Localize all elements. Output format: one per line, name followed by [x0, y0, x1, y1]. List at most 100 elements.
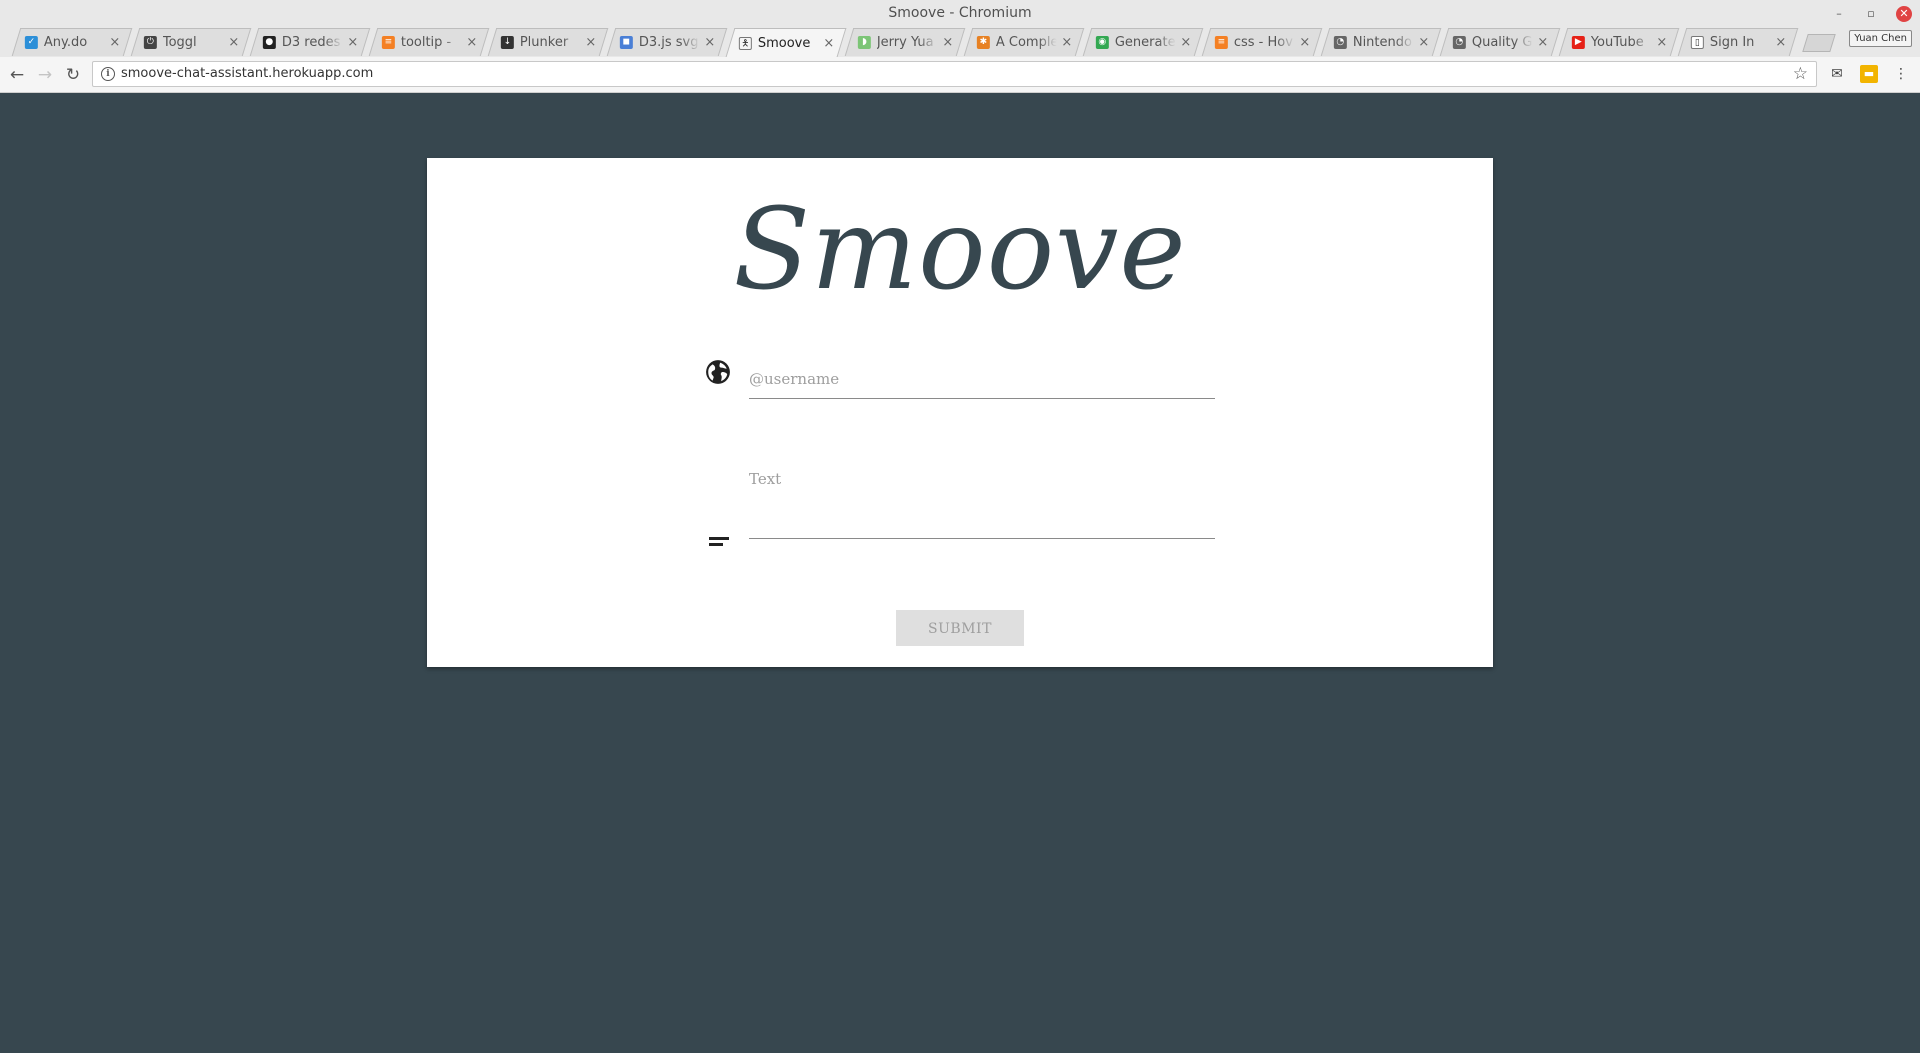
tab-content: ✱ A Comple × [976, 29, 1073, 56]
menu-dots-icon[interactable]: ⋮ [1892, 65, 1910, 83]
tab-a-comple[interactable]: ✱ A Comple × [963, 28, 1085, 56]
page-viewport: Smoove SUBMIT [0, 93, 1920, 1053]
smoove-figure-icon: 🯅 [738, 36, 752, 50]
tab-youtube[interactable]: ▶ YouTube × [1558, 28, 1680, 56]
back-button[interactable]: ← [6, 64, 28, 86]
tab-close-icon[interactable]: × [704, 35, 716, 50]
title-bar: Smoove - Chromium – ▫ ✕ ✓ Any.do × ⏻ Toggl × ●… [0, 0, 1920, 58]
restore-button[interactable]: ▫ [1861, 4, 1881, 24]
tab-close-icon[interactable]: × [1180, 35, 1192, 50]
tab-content: ▯ Sign In × [1690, 29, 1787, 56]
android-icon: ◗ [857, 36, 871, 49]
tab-close-icon[interactable]: × [823, 36, 835, 51]
new-tab-button[interactable] [1802, 34, 1836, 52]
close-window-button[interactable]: ✕ [1896, 6, 1912, 22]
username-field-wrapper [749, 358, 1215, 399]
tab-jerry-yua[interactable]: ◗ Jerry Yua × [844, 28, 966, 56]
info-icon[interactable]: i [101, 67, 115, 81]
tab-content: ◗ Jerry Yua × [857, 29, 954, 56]
tab-sign-in[interactable]: ▯ Sign In × [1677, 28, 1799, 56]
address-bar[interactable]: i smoove-chat-assistant.herokuapp.com ☆ [92, 61, 1817, 87]
github-icon: ● [262, 36, 276, 49]
tab-quality-g[interactable]: ◔ Quality G × [1439, 28, 1561, 56]
username-input[interactable] [749, 370, 1215, 388]
tab-close-icon[interactable]: × [347, 35, 359, 50]
tab-plunker[interactable]: ↓ Plunker × [487, 28, 609, 56]
colorful-circle-icon: ◉ [1095, 36, 1109, 49]
tab-title: Jerry Yua [876, 35, 934, 50]
tab-close-icon[interactable]: × [228, 35, 240, 50]
tab-content: 🯅 Smoove × [738, 29, 835, 57]
tab-any-do[interactable]: ✓ Any.do × [11, 28, 133, 56]
text-field-wrapper [749, 458, 1215, 539]
tab-close-icon[interactable]: × [1775, 35, 1787, 50]
tab-title: css - Hov [1233, 35, 1293, 50]
tab-smoove[interactable]: 🯅 Smoove × [725, 28, 847, 57]
browser-toolbar: ← → ↻ i smoove-chat-assistant.herokuapp.… [0, 57, 1920, 93]
tab-toggl[interactable]: ⏻ Toggl × [130, 28, 252, 56]
profile-button[interactable]: Yuan Chen [1849, 30, 1912, 47]
tab-title: D3.js svg [638, 35, 699, 50]
smoove-logo: Smoove [733, 185, 1187, 315]
tab-d3-js-svg[interactable]: ◼ D3.js svg × [606, 28, 728, 56]
youtube-icon: ▶ [1571, 36, 1585, 49]
tab-title: Nintendo [1352, 35, 1412, 50]
tab-close-icon[interactable]: × [109, 35, 121, 50]
browser-window: Smoove - Chromium – ▫ ✕ ✓ Any.do × ⏻ Toggl × ●… [0, 0, 1920, 1053]
tab-title: Sign In [1709, 35, 1755, 50]
tab-content: ◼ D3.js svg × [619, 29, 716, 56]
plunker-icon: ↓ [500, 36, 514, 49]
tab-close-icon[interactable]: × [585, 35, 597, 50]
tab-generate[interactable]: ◉ Generate × [1082, 28, 1204, 56]
asterisk-icon: ✱ [976, 36, 990, 49]
tab-content: ≡ tooltip - × [381, 29, 478, 56]
tab-content: ✓ Any.do × [24, 29, 121, 56]
url-text[interactable]: smoove-chat-assistant.herokuapp.com [121, 66, 373, 81]
tab-title: D3 redes [281, 35, 341, 50]
tab-nintendo[interactable]: ◔ Nintendo × [1320, 28, 1442, 56]
tab-close-icon[interactable]: × [1537, 35, 1549, 50]
tab-strip: ✓ Any.do × ⏻ Toggl × ● D3 redes × ≡ tooltip - × ↓ Plu… [6, 28, 1836, 57]
tab-content: ◔ Quality G × [1452, 29, 1549, 56]
tab-title: Smoove [757, 35, 811, 51]
tab-title: Quality G [1471, 35, 1533, 50]
reddit-icon: ◔ [1452, 36, 1466, 49]
tab-title: Any.do [43, 35, 88, 50]
window-title: Smoove - Chromium [888, 5, 1032, 21]
toggl-power-icon: ⏻ [143, 36, 157, 49]
tab-d3-redes[interactable]: ● D3 redes × [249, 28, 371, 56]
tab-content: ⏻ Toggl × [143, 29, 240, 56]
tab-close-icon[interactable]: × [1299, 35, 1311, 50]
page-icon: ▯ [1690, 36, 1704, 49]
tab-tooltip[interactable]: ≡ tooltip - × [368, 28, 490, 56]
tab-content: ↓ Plunker × [500, 29, 597, 56]
tab-title: tooltip - [400, 35, 452, 50]
tab-title: Generate [1114, 35, 1176, 50]
tab-close-icon[interactable]: × [942, 35, 954, 50]
tab-title: Toggl [162, 35, 197, 50]
forward-button[interactable]: → [34, 64, 56, 86]
tab-content: ● D3 redes × [262, 29, 359, 56]
message-text-input[interactable] [749, 470, 1215, 530]
form-card: Smoove SUBMIT [427, 158, 1493, 667]
reddit-icon: ◔ [1333, 36, 1347, 49]
bookmark-star-icon[interactable]: ☆ [1793, 64, 1808, 84]
tab-content: ≡ css - Hov × [1214, 29, 1311, 56]
tab-title: YouTube [1590, 35, 1644, 50]
tab-css-hov[interactable]: ≡ css - Hov × [1201, 28, 1323, 56]
tab-close-icon[interactable]: × [1656, 35, 1668, 50]
reload-button[interactable]: ↻ [62, 64, 84, 86]
tab-close-icon[interactable]: × [1061, 35, 1073, 50]
tab-title: A Comple [995, 35, 1057, 50]
minimize-button[interactable]: – [1829, 4, 1849, 24]
stackoverflow-icon: ≡ [1214, 36, 1228, 49]
tab-close-icon[interactable]: × [1418, 35, 1430, 50]
submit-button[interactable]: SUBMIT [896, 610, 1024, 646]
tab-content: ▶ YouTube × [1571, 29, 1668, 56]
extension-yellow-icon[interactable]: ▬ [1860, 65, 1878, 83]
anydo-check-icon: ✓ [24, 36, 38, 49]
short-text-icon [709, 537, 729, 549]
mail-icon[interactable]: ✉ [1828, 65, 1846, 83]
tab-close-icon[interactable]: × [466, 35, 478, 50]
google-groups-icon: ◼ [619, 36, 633, 49]
